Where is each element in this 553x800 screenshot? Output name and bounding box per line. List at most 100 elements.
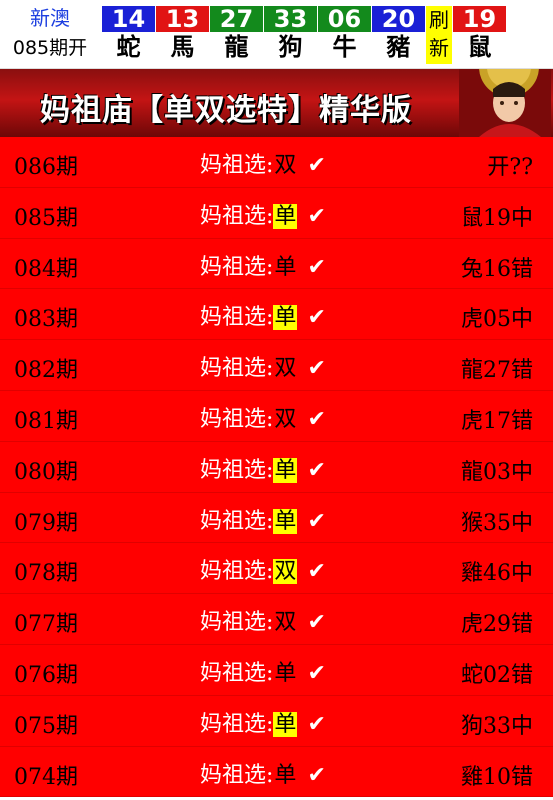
check-icon: ✔ (307, 508, 326, 534)
check-icon: ✔ (307, 660, 326, 686)
site-info: 新澳 085期开 (0, 0, 100, 68)
pick-cell: 妈祖选:双 ✔ (200, 401, 326, 433)
result-label: 开?? (487, 155, 533, 180)
results-header: 新澳 085期开 14 蛇 13 馬 27 龍 33 狗 06 牛 20 豬 刷… (0, 0, 553, 69)
pick-prefix: 妈祖选: (200, 660, 274, 686)
period-label: 083期 (14, 307, 78, 333)
pick-cell: 妈祖选:双 ✔ (200, 147, 326, 179)
ball-number: 19 (453, 6, 506, 32)
period-label: 074期 (14, 764, 78, 790)
pick-cell: 妈祖选:双 ✔ (200, 553, 326, 585)
pick-value: 双 (274, 406, 297, 432)
result-label: 猴35中 (461, 510, 533, 536)
list-item: 079期 妈祖选:单 ✔ 猴35中 (0, 493, 553, 544)
ball-number: 06 (318, 6, 371, 32)
period-label: 084期 (14, 256, 78, 282)
check-icon: ✔ (307, 406, 326, 432)
period-label: 079期 (14, 510, 78, 536)
pick-value: 单 (274, 254, 297, 280)
pick-list: 086期 妈祖选:双 ✔ 开?? 085期 妈祖选:单 ✔ 鼠19中 084期 妈祖… (0, 137, 553, 798)
ball-number: 14 (102, 6, 155, 32)
pick-prefix: 妈祖选: (200, 406, 274, 432)
result-label: 龍03中 (461, 459, 533, 485)
ball-zodiac: 牛 (332, 32, 357, 61)
pick-prefix: 妈祖选: (200, 762, 274, 788)
banner: 妈祖庙【单双选特】精华版 (0, 69, 553, 137)
check-icon: ✔ (307, 559, 326, 585)
ball-zodiac: 馬 (170, 32, 195, 61)
ball-4: 33 狗 (264, 6, 317, 64)
result-label: 虎17错 (461, 408, 533, 434)
pick-value: 单 (273, 457, 298, 483)
pick-prefix: 妈祖选: (200, 356, 274, 382)
pick-cell: 妈祖选:单 ✔ (200, 198, 326, 230)
pick-cell: 妈祖选:双 ✔ (200, 604, 326, 636)
pick-cell: 妈祖选:双 ✔ (200, 350, 326, 382)
list-item: 077期 妈祖选:双 ✔ 虎29错 (0, 594, 553, 645)
list-item: 084期 妈祖选:单 ✔ 兔16错 (0, 239, 553, 290)
ball-number: 33 (264, 6, 317, 32)
pick-cell: 妈祖选:单 ✔ (200, 757, 326, 789)
pick-value: 单 (273, 508, 298, 534)
list-item: 080期 妈祖选:单 ✔ 龍03中 (0, 442, 553, 493)
list-item: 083期 妈祖选:单 ✔ 虎05中 (0, 289, 553, 341)
ball-zodiac: 狗 (278, 32, 303, 61)
list-item: 082期 妈祖选:双 ✔ 龍27错 (0, 340, 553, 391)
check-icon: ✔ (307, 711, 326, 737)
period-label: 082期 (14, 358, 78, 384)
result-label: 鼠19中 (461, 205, 533, 231)
site-name[interactable]: 新澳 (0, 6, 100, 30)
period-label: 081期 (14, 408, 78, 434)
banner-title: 妈祖庙【单双选特】精华版 (40, 93, 412, 128)
pick-cell: 妈祖选:单 ✔ (200, 249, 326, 281)
ball-6: 20 豬 (372, 6, 425, 64)
ball-strip: 14 蛇 13 馬 27 龍 33 狗 06 牛 20 豬 刷新 19 鼠 (102, 6, 507, 64)
result-label: 龍27错 (461, 358, 533, 384)
period-label: 080期 (14, 459, 78, 485)
ball-number: 13 (156, 6, 209, 32)
pick-value: 双 (274, 356, 297, 382)
mazu-portrait-image (459, 69, 551, 137)
period-label: 086期 (14, 155, 78, 180)
ball-number: 20 (372, 6, 425, 32)
period-label: 085期 (14, 205, 78, 231)
pick-prefix: 妈祖选: (200, 559, 274, 585)
pick-value: 单 (274, 660, 297, 686)
result-label: 雞46中 (461, 561, 533, 587)
check-icon: ✔ (307, 305, 326, 331)
result-label: 狗33中 (461, 713, 533, 739)
result-label: 虎05中 (461, 307, 533, 333)
issue-label: 085期开 (12, 37, 88, 59)
check-icon: ✔ (307, 356, 326, 382)
pick-prefix: 妈祖选: (200, 203, 274, 229)
check-icon: ✔ (307, 762, 326, 788)
period-label: 078期 (14, 561, 78, 587)
pick-value: 单 (273, 711, 298, 737)
pick-prefix: 妈祖选: (200, 305, 274, 331)
pick-prefix: 妈祖选: (200, 610, 274, 636)
pick-cell: 妈祖选:单 ✔ (200, 706, 326, 738)
pick-value: 单 (273, 305, 298, 331)
ball-1: 14 蛇 (102, 6, 155, 64)
pick-value: 单 (274, 762, 297, 788)
list-item: 078期 妈祖选:双 ✔ 雞46中 (0, 543, 553, 595)
period-label: 077期 (14, 612, 78, 638)
period-label: 076期 (14, 662, 78, 688)
refresh-button[interactable]: 刷新 (426, 6, 452, 64)
list-item: 086期 妈祖选:双 ✔ 开?? (0, 137, 553, 188)
check-icon: ✔ (307, 610, 326, 636)
pick-cell: 妈祖选:单 ✔ (200, 503, 326, 535)
check-icon: ✔ (307, 203, 326, 229)
list-item: 076期 妈祖选:单 ✔ 蛇02错 (0, 645, 553, 696)
ball-5: 06 牛 (318, 6, 371, 64)
list-item: 081期 妈祖选:双 ✔ 虎17错 (0, 391, 553, 442)
ball-zodiac: 蛇 (116, 32, 141, 61)
special-ball: 19 鼠 (453, 6, 506, 64)
ball-number: 27 (210, 6, 263, 32)
pick-cell: 妈祖选:单 ✔ (200, 655, 326, 687)
ball-3: 27 龍 (210, 6, 263, 64)
check-icon: ✔ (307, 254, 326, 280)
ball-zodiac: 龍 (224, 32, 249, 61)
pick-value: 双 (274, 610, 297, 636)
result-label: 兔16错 (461, 256, 533, 282)
